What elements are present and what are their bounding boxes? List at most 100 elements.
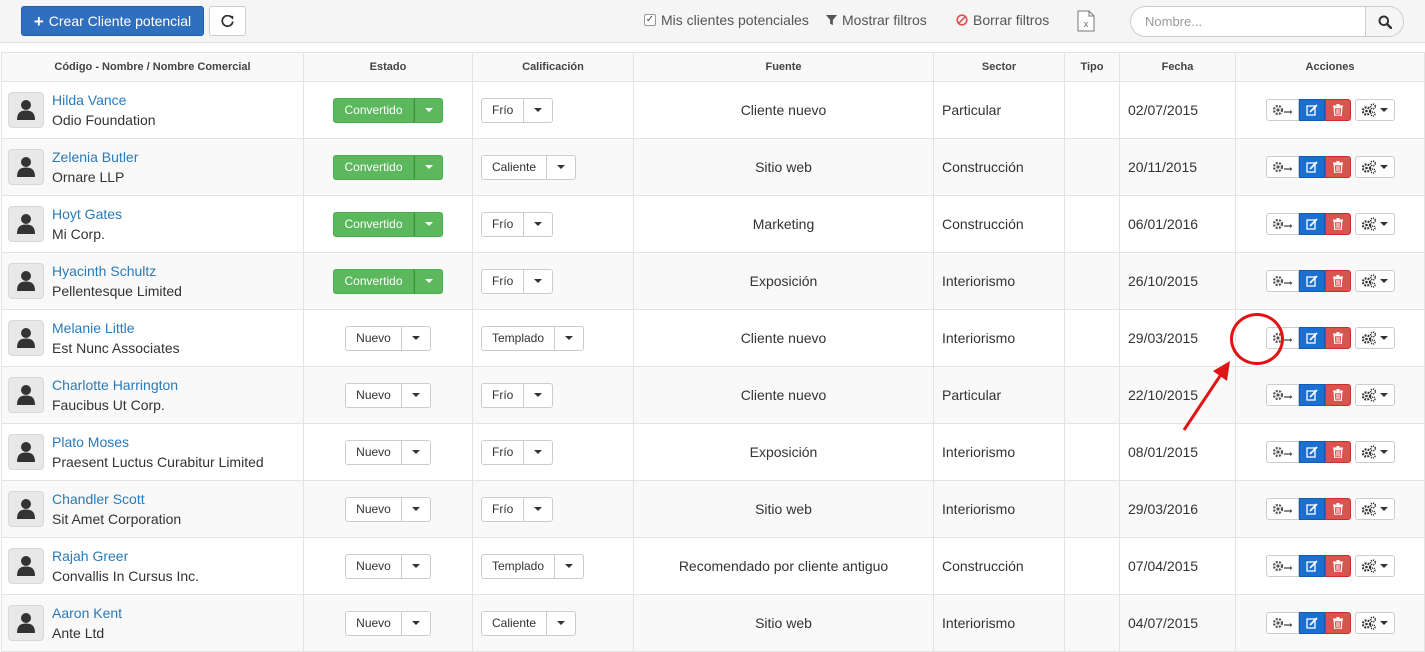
rating-caret-button[interactable] (547, 610, 577, 636)
status-button[interactable]: Convertido (333, 154, 414, 180)
lead-name-link[interactable]: Charlotte Harrington (52, 375, 178, 395)
lead-name-link[interactable]: Zelenia Butler (52, 147, 138, 167)
more-actions-button[interactable] (1354, 555, 1395, 577)
edit-button[interactable] (1298, 270, 1325, 292)
status-dropdown[interactable]: Convertido (333, 97, 443, 123)
convert-button[interactable] (1265, 612, 1299, 634)
status-caret-button[interactable] (401, 325, 431, 351)
status-caret-button[interactable] (414, 154, 443, 180)
rating-button[interactable]: Caliente (481, 154, 548, 180)
rating-button[interactable]: Frío (481, 211, 525, 237)
delete-button[interactable] (1324, 555, 1351, 577)
more-actions-button[interactable] (1354, 213, 1395, 235)
header-date[interactable]: Fecha (1119, 52, 1236, 82)
excel-export-icon[interactable]: x (1077, 10, 1095, 32)
more-actions-button[interactable] (1354, 156, 1395, 178)
convert-button[interactable] (1265, 99, 1299, 121)
delete-button[interactable] (1324, 441, 1351, 463)
delete-button[interactable] (1324, 384, 1351, 406)
rating-caret-button[interactable] (524, 439, 554, 465)
status-button[interactable]: Convertido (333, 268, 414, 294)
delete-button[interactable] (1324, 213, 1351, 235)
status-button[interactable]: Nuevo (345, 325, 402, 351)
my-leads-toggle[interactable]: ✓ Mis clientes potenciales (644, 12, 809, 28)
rating-caret-button[interactable] (524, 97, 554, 123)
delete-button[interactable] (1324, 156, 1351, 178)
status-button[interactable]: Nuevo (345, 496, 402, 522)
rating-dropdown[interactable]: Frío (481, 439, 554, 465)
status-dropdown[interactable]: Nuevo (345, 439, 431, 465)
more-actions-button[interactable] (1354, 270, 1395, 292)
more-actions-button[interactable] (1354, 441, 1395, 463)
rating-button[interactable]: Frío (481, 268, 525, 294)
rating-dropdown[interactable]: Frío (481, 211, 554, 237)
edit-button[interactable] (1298, 498, 1325, 520)
edit-button[interactable] (1298, 213, 1325, 235)
clear-filters-link[interactable]: Borrar filtros (956, 12, 1049, 28)
status-button[interactable]: Nuevo (345, 610, 402, 636)
status-button[interactable]: Nuevo (345, 553, 402, 579)
rating-caret-button[interactable] (524, 496, 554, 522)
rating-caret-button[interactable] (524, 211, 554, 237)
header-name[interactable]: Código - Nombre / Nombre Comercial (1, 52, 304, 82)
rating-dropdown[interactable]: Frío (481, 382, 554, 408)
status-dropdown[interactable]: Nuevo (345, 496, 431, 522)
edit-button[interactable] (1298, 327, 1325, 349)
edit-button[interactable] (1298, 156, 1325, 178)
lead-name-link[interactable]: Melanie Little (52, 318, 180, 338)
status-dropdown[interactable]: Convertido (333, 154, 443, 180)
status-dropdown[interactable]: Nuevo (345, 382, 431, 408)
convert-button[interactable] (1265, 384, 1299, 406)
status-caret-button[interactable] (401, 610, 431, 636)
lead-name-link[interactable]: Plato Moses (52, 432, 264, 452)
header-type[interactable]: Tipo (1064, 52, 1120, 82)
rating-button[interactable]: Frío (481, 97, 525, 123)
convert-button[interactable] (1265, 555, 1299, 577)
lead-name-link[interactable]: Rajah Greer (52, 546, 199, 566)
edit-button[interactable] (1298, 384, 1325, 406)
edit-button[interactable] (1298, 441, 1325, 463)
status-dropdown[interactable]: Nuevo (345, 610, 431, 636)
rating-dropdown[interactable]: Frío (481, 496, 554, 522)
refresh-button[interactable] (209, 6, 246, 36)
status-button[interactable]: Nuevo (345, 439, 402, 465)
status-caret-button[interactable] (414, 97, 443, 123)
more-actions-button[interactable] (1354, 99, 1395, 121)
rating-button[interactable]: Frío (481, 496, 525, 522)
convert-button[interactable] (1265, 156, 1299, 178)
edit-button[interactable] (1298, 555, 1325, 577)
edit-button[interactable] (1298, 99, 1325, 121)
status-caret-button[interactable] (401, 553, 431, 579)
header-source[interactable]: Fuente (633, 52, 934, 82)
delete-button[interactable] (1324, 270, 1351, 292)
convert-button[interactable] (1265, 270, 1299, 292)
convert-button[interactable] (1265, 441, 1299, 463)
lead-name-link[interactable]: Hoyt Gates (52, 204, 122, 224)
more-actions-button[interactable] (1354, 327, 1395, 349)
rating-button[interactable]: Frío (481, 382, 525, 408)
convert-button[interactable] (1265, 213, 1299, 235)
edit-button[interactable] (1298, 612, 1325, 634)
delete-button[interactable] (1324, 99, 1351, 121)
lead-name-link[interactable]: Aaron Kent (52, 603, 122, 623)
delete-button[interactable] (1324, 498, 1351, 520)
delete-button[interactable] (1324, 612, 1351, 634)
rating-caret-button[interactable] (555, 325, 585, 351)
status-caret-button[interactable] (414, 268, 443, 294)
rating-dropdown[interactable]: Templado (481, 325, 585, 351)
more-actions-button[interactable] (1354, 384, 1395, 406)
status-caret-button[interactable] (401, 382, 431, 408)
rating-button[interactable]: Caliente (481, 610, 548, 636)
create-lead-button[interactable]: + Crear Cliente potencial (21, 6, 204, 36)
lead-name-link[interactable]: Chandler Scott (52, 489, 181, 509)
rating-dropdown[interactable]: Templado (481, 553, 585, 579)
more-actions-button[interactable] (1354, 612, 1395, 634)
lead-name-link[interactable]: Hilda Vance (52, 90, 156, 110)
convert-button[interactable] (1265, 327, 1299, 349)
more-actions-button[interactable] (1354, 498, 1395, 520)
status-button[interactable]: Nuevo (345, 382, 402, 408)
rating-button[interactable]: Templado (481, 325, 556, 351)
search-button[interactable] (1365, 7, 1403, 36)
search-input[interactable] (1131, 7, 1366, 36)
rating-dropdown[interactable]: Caliente (481, 154, 577, 180)
